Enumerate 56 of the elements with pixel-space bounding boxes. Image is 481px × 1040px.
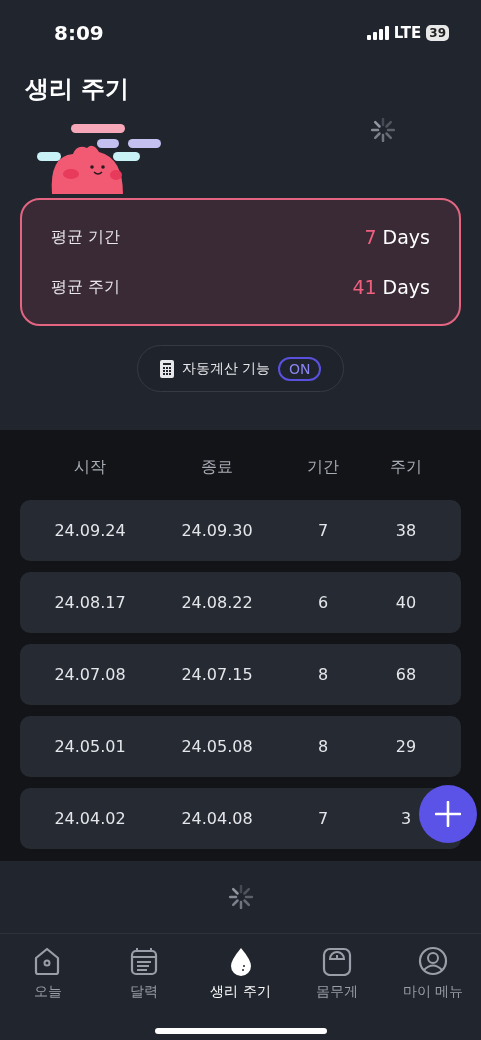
column-header: 주기 [389, 456, 423, 478]
table-cell-text: 6 [316, 591, 330, 614]
tab-item[interactable]: 오늘 [0, 946, 97, 1022]
summary-label: 평균 기간 [51, 225, 121, 248]
table-cell-text: 68 [394, 663, 418, 686]
table-cell-text: 24.09.30 [180, 519, 254, 542]
column-header: 시작 [73, 456, 107, 478]
page-title: 생리 주기 [25, 74, 130, 105]
tab-item[interactable]: 달력 [96, 946, 193, 1022]
table-row[interactable]: 24.08.17 24.08.22 6 40 [20, 572, 461, 633]
table-cell-text: 3 [399, 807, 413, 830]
summary-unit: Days [382, 224, 430, 250]
battery-indicator: 39 [426, 25, 449, 41]
table-cell-text: 8 [316, 735, 330, 758]
summary-value: 41 [352, 275, 377, 300]
table-cell-text: 24.05.08 [180, 735, 254, 758]
user-icon [417, 946, 448, 976]
calculator-icon [159, 359, 174, 378]
column-header: 기간 [306, 456, 340, 478]
table-cell-text: 7 [316, 807, 330, 830]
table-cell-text: 8 [316, 663, 330, 686]
table-cell-text: 24.07.15 [180, 663, 254, 686]
table-cell-text: 40 [394, 591, 418, 614]
scale-icon [321, 946, 352, 976]
table-cell-text: 7 [316, 519, 330, 542]
loading-spinner-icon [228, 885, 253, 909]
tab-item[interactable]: 마이 메뉴 [384, 946, 481, 1022]
summary-label: 평균 주기 [51, 276, 121, 299]
table-cell-text: 29 [394, 735, 418, 758]
table-row[interactable]: 24.07.08 24.07.15 8 68 [20, 644, 461, 705]
tab-item[interactable]: 생리 주기 [192, 946, 289, 1022]
calendar-icon [129, 946, 160, 976]
toggle-label: 자동계산 기능 [181, 359, 270, 378]
signal-icon [366, 26, 389, 40]
table-cell-text: 24.09.24 [53, 519, 127, 542]
table-cell-text: 24.08.17 [53, 591, 127, 614]
plus-icon [435, 801, 461, 827]
loading-spinner-icon [371, 118, 395, 142]
auto-calculate-toggle[interactable]: 자동계산 기능 ON [136, 345, 345, 392]
table-cell-text: 24.05.01 [53, 735, 127, 758]
column-header: 종료 [200, 456, 234, 478]
table-row[interactable]: 24.05.01 24.05.08 8 29 [20, 716, 461, 777]
network-label: LTE [393, 22, 422, 44]
summary-value: 7 [364, 224, 377, 250]
table-cell-text: 38 [394, 519, 418, 542]
table-cell-text: 24.04.08 [180, 807, 254, 830]
table-cell-text: 24.08.22 [180, 591, 254, 614]
add-button[interactable] [419, 785, 477, 843]
table-cell-text: 24.04.02 [53, 807, 127, 830]
table-row[interactable]: 24.09.24 24.09.30 7 38 [20, 500, 461, 561]
tab-item[interactable]: 몸무게 [288, 946, 385, 1022]
status-time: 8:09 [54, 20, 104, 47]
table-cell-text: 24.07.08 [53, 663, 127, 686]
toggle-state: ON [277, 356, 322, 381]
summary-unit: Days [382, 275, 430, 300]
table-row[interactable]: 24.04.02 24.04.08 7 3 [20, 788, 461, 849]
